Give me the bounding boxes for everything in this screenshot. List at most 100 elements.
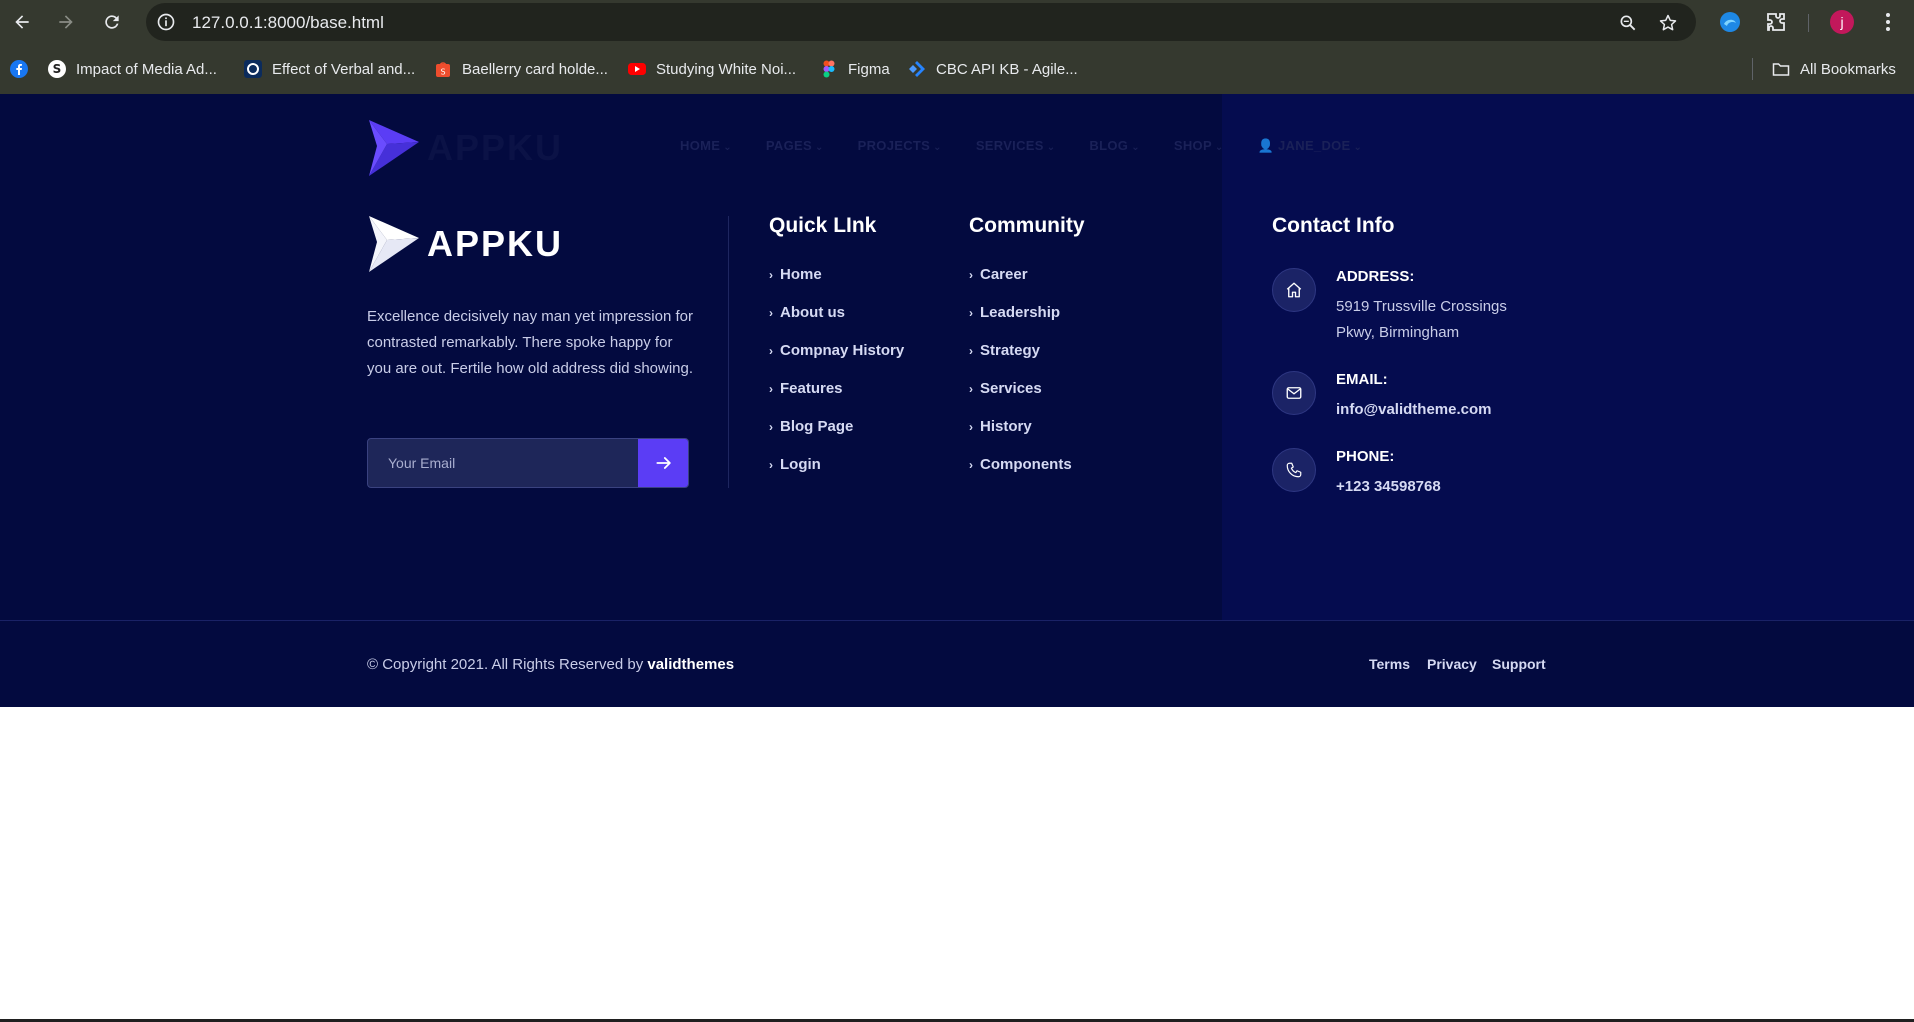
chevron-down-icon: ⌄ [1353, 142, 1363, 153]
chevron-down-icon: ⌄ [1214, 142, 1224, 153]
chevron-right-icon: › [969, 268, 973, 282]
chevron-down-icon: ⌄ [723, 142, 732, 153]
community-history[interactable]: › History [969, 418, 1072, 456]
bookmark-4[interactable]: Studying White Noi... [628, 58, 796, 80]
bookmark-3[interactable]: S Baellerry card holde... [434, 58, 608, 80]
copyright-brand-link[interactable]: validthemes [647, 656, 734, 673]
community-services[interactable]: › Services [969, 380, 1072, 418]
nav-blog[interactable]: BLOG ⌄ [1089, 138, 1139, 154]
address-line-1: 5919 Trussville Crossings [1336, 298, 1507, 315]
email-label: EMAIL: [1336, 371, 1388, 388]
arrow-right-icon [655, 457, 671, 469]
link-label: History [980, 418, 1032, 435]
email-input[interactable] [368, 439, 638, 487]
community-career[interactable]: › Career [969, 266, 1072, 304]
quick-link-company-history[interactable]: › Compnay History [769, 342, 904, 380]
bookmark-1[interactable]: S Impact of Media Ad... [48, 58, 217, 80]
community-strategy[interactable]: › Strategy [969, 342, 1072, 380]
site-info-icon[interactable] [156, 12, 176, 32]
bookmark-2[interactable]: Effect of Verbal and... [244, 58, 415, 80]
chevron-right-icon: › [969, 382, 973, 396]
link-label: Blog Page [780, 418, 854, 435]
folder-icon [1772, 63, 1790, 76]
facebook-icon [10, 60, 28, 78]
link-label: Login [780, 456, 821, 473]
community-list: › Career › Leadership › Strategy › Services … [969, 266, 1072, 494]
forward-button[interactable] [52, 8, 80, 36]
chevron-right-icon: › [969, 306, 973, 320]
reload-icon [105, 15, 119, 29]
reload-button[interactable] [98, 8, 126, 36]
support-link[interactable]: Support [1492, 656, 1546, 672]
address-label: ADDRESS: [1336, 268, 1415, 285]
terms-link[interactable]: Terms [1369, 656, 1410, 672]
chevron-right-icon: › [769, 306, 773, 320]
quick-link-about[interactable]: › About us [769, 304, 904, 342]
bookmark-label: Studying White Noi... [656, 60, 797, 78]
quick-link-home[interactable]: › Home [769, 266, 904, 304]
s-icon: S [48, 60, 66, 78]
nav-home-label: HOME [680, 138, 721, 153]
home-icon [1286, 282, 1302, 298]
extensions-puzzle-icon[interactable] [1764, 10, 1788, 34]
address-bar[interactable]: 127.0.0.1:8000/base.html [146, 3, 1696, 41]
zoom-icon[interactable] [1618, 13, 1638, 33]
header-logo[interactable]: APPKU [367, 118, 563, 178]
privacy-link[interactable]: Privacy [1427, 656, 1477, 672]
nav-blog-label: BLOG [1089, 138, 1129, 153]
chevron-down-icon: ⌄ [933, 142, 942, 153]
email-value[interactable]: info@validtheme.com [1336, 397, 1492, 423]
contact-panel-bg [1222, 94, 1914, 620]
back-button[interactable] [8, 8, 36, 36]
forward-arrow-icon [59, 15, 73, 29]
browser-chrome: 127.0.0.1:8000/base.html j S Impact of M… [0, 0, 1914, 94]
menu-kebab-icon[interactable] [1878, 10, 1898, 34]
footer-logo[interactable]: APPKU [367, 214, 563, 274]
figma-icon [823, 60, 835, 78]
nav-user[interactable]: 👤 JANE_DOE ⌄ [1258, 138, 1363, 154]
header-logo-text: APPKU [427, 127, 564, 168]
shopee-icon: S [436, 62, 450, 77]
quick-link-title: Quick LInk [769, 214, 877, 237]
copyright-prefix: © Copyright 2021. All Rights Reserved by [367, 656, 648, 673]
footer-logo-text: APPKU [427, 223, 564, 264]
link-label: Components [980, 456, 1072, 473]
quick-link-list: › Home › About us › Compnay History › Featur… [769, 266, 904, 494]
link-label: Career [980, 266, 1028, 283]
contact-info-title: Contact Info [1272, 214, 1395, 237]
subscribe-button[interactable] [638, 439, 688, 487]
phone-value[interactable]: +123 34598768 [1336, 474, 1441, 500]
chevron-down-icon: ⌄ [1131, 142, 1140, 153]
community-components[interactable]: › Components [969, 456, 1072, 494]
chevron-right-icon: › [969, 344, 973, 358]
footer-divider [0, 620, 1914, 621]
link-label: Services [980, 380, 1042, 397]
bookmark-5[interactable]: Figma [820, 58, 890, 80]
chevron-right-icon: › [969, 458, 973, 472]
edge-extension-icon[interactable] [1718, 10, 1742, 34]
chevron-right-icon: › [769, 268, 773, 282]
nav-services[interactable]: SERVICES ⌄ [976, 138, 1056, 154]
address-value: 5919 Trussville Crossings Pkwy, Birmingh… [1336, 294, 1507, 346]
bookmark-star-icon[interactable] [1658, 13, 1678, 33]
community-leadership[interactable]: › Leadership [969, 304, 1072, 342]
nav-shop[interactable]: SHOP ⌄ [1174, 138, 1224, 154]
chevron-down-icon: ⌄ [1046, 142, 1056, 153]
bookmark-6[interactable]: CBC API KB - Agile... [908, 58, 1078, 80]
all-bookmarks[interactable]: All Bookmarks [1772, 58, 1896, 80]
nav-home[interactable]: HOME ⌄ [680, 138, 732, 154]
bookmark-facebook[interactable] [10, 58, 38, 80]
nav-projects[interactable]: PROJECTS ⌄ [858, 138, 942, 154]
quick-link-login[interactable]: › Login [769, 456, 904, 494]
contact-icon-wrap [1272, 268, 1316, 312]
phone-icon [1286, 462, 1302, 478]
bookmark-label: Figma [848, 60, 890, 78]
profile-avatar[interactable]: j [1830, 10, 1854, 34]
nav-pages-label: PAGES [765, 138, 812, 153]
nav-user-label: JANE_DOE [1278, 138, 1351, 153]
o-icon [244, 60, 262, 78]
quick-link-blog-page[interactable]: › Blog Page [769, 418, 904, 456]
community-title: Community [969, 214, 1085, 237]
nav-pages[interactable]: PAGES ⌄ [766, 138, 824, 154]
quick-link-features[interactable]: › Features [769, 380, 904, 418]
